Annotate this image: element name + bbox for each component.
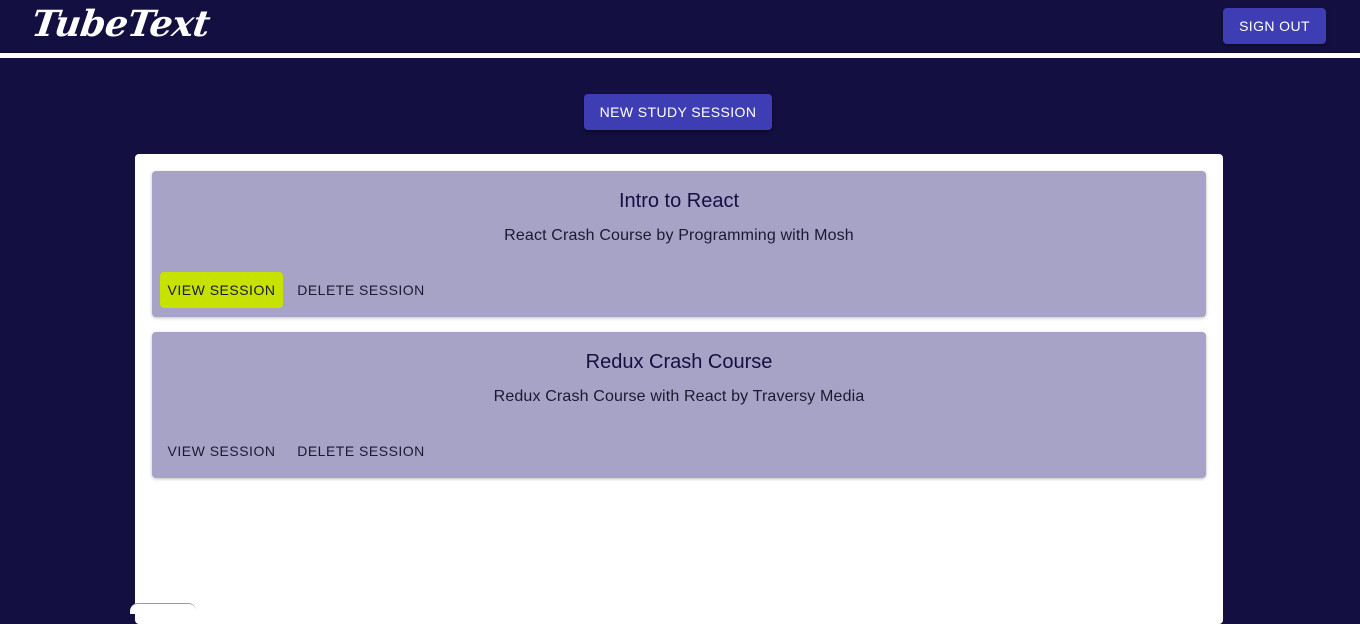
- delete-session-button[interactable]: DELETE SESSION: [291, 272, 431, 308]
- header-divider: [0, 53, 1360, 58]
- new-study-session-button[interactable]: NEW STUDY SESSION: [584, 94, 772, 130]
- sessions-panel: Intro to React React Crash Course by Pro…: [135, 154, 1223, 624]
- session-title: Redux Crash Course: [585, 351, 773, 373]
- sign-out-button[interactable]: SIGN OUT: [1223, 8, 1326, 44]
- view-session-button[interactable]: VIEW SESSION: [160, 272, 283, 308]
- session-subtitle: Redux Crash Course with React by Travers…: [493, 388, 865, 405]
- app-bar: TubeText SIGN OUT: [0, 0, 1360, 52]
- delete-session-button[interactable]: DELETE SESSION: [291, 433, 431, 469]
- view-session-button[interactable]: VIEW SESSION: [160, 433, 283, 469]
- app-logo[interactable]: TubeText: [29, 1, 213, 47]
- bottom-tab-edge: [130, 603, 196, 614]
- session-subtitle: React Crash Course by Programming with M…: [504, 227, 854, 244]
- session-title: Intro to React: [618, 190, 740, 212]
- session-card: Redux Crash Course Redux Crash Course wi…: [152, 332, 1206, 478]
- session-card: Intro to React React Crash Course by Pro…: [152, 171, 1206, 317]
